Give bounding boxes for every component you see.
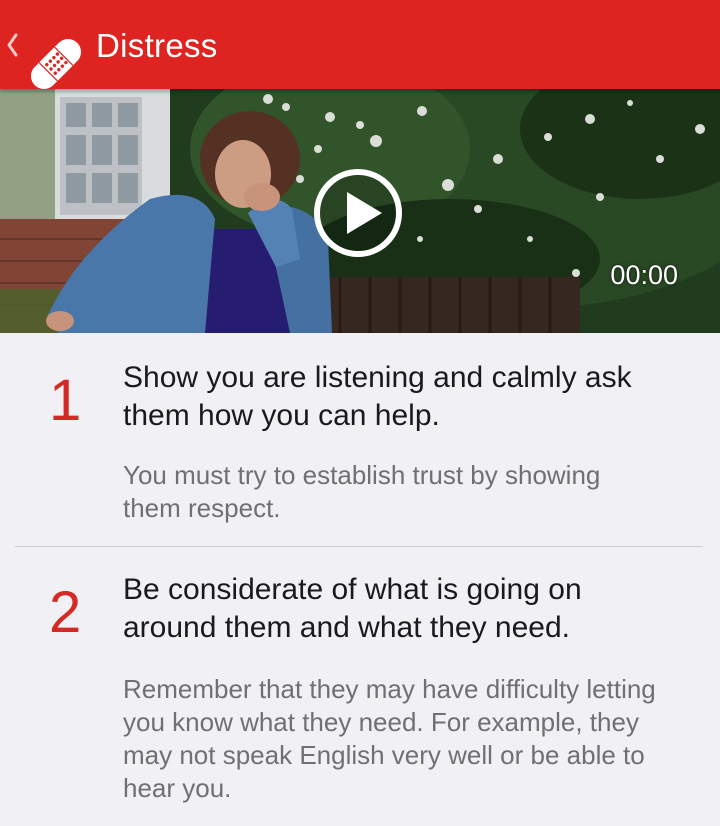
play-circle-icon[interactable] [313,168,403,258]
step-description: Remember that they may have difficulty l… [123,674,656,803]
plaster-bandage-icon [30,38,82,90]
steps-list: 1 Show you are listening and calmly ask … [0,333,720,826]
video-time-label: 00:00 [610,260,678,290]
list-item: 1 Show you are listening and calmly ask … [15,333,703,547]
video-player[interactable]: 00:00 [0,89,720,333]
app-screen: Distress 00:00 1 Show you are listening … [0,0,720,826]
step-heading: Show you are listening and calmly ask th… [123,361,632,432]
step-description: You must try to establish trust by showi… [123,460,601,523]
list-item: 2 Be considerate of what is going on aro… [15,547,703,826]
app-header: Distress [0,0,720,90]
back-button[interactable] [0,20,90,90]
step-heading: Be considerate of what is going on aroun… [123,573,582,644]
chevron-left-icon [7,33,18,57]
step-number: 2 [49,580,82,645]
page-title: Distress [96,27,218,64]
step-number: 1 [49,368,82,433]
